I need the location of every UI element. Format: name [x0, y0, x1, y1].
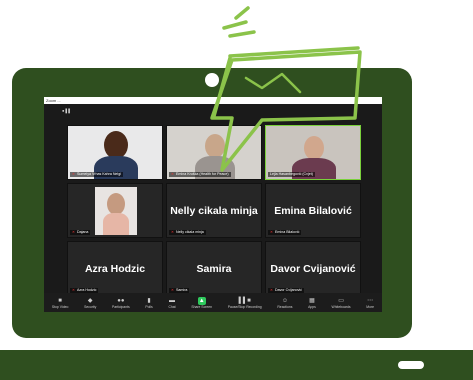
participant-tile[interactable]: ✕ Dajana — [67, 183, 163, 238]
chat-button[interactable]: ▬ Chat — [168, 297, 175, 309]
laptop-indicator-light — [398, 361, 424, 369]
security-button[interactable]: ◆ Security — [84, 297, 96, 309]
participant-tile-active-speaker[interactable]: Lejla Hasanbegović (Cvjet) — [265, 125, 361, 180]
camera-icon: ■ — [58, 297, 62, 304]
participant-tile[interactable]: Davor Cvijanović ✕ Davor Cvijanović — [265, 241, 361, 296]
participants-button[interactable]: ●● Participants — [112, 297, 130, 309]
apps-button[interactable]: ▦ Apps — [308, 297, 316, 309]
pause-recording-button[interactable]: ▌▌■ Pause/Stop Recording — [228, 297, 262, 309]
participant-tile[interactable]: ✕ Sumeiya Vrhas Kahra Nelgi — [67, 125, 163, 180]
participant-tile[interactable]: Samira ✕ Samira — [166, 241, 262, 296]
window-titlebar: Zoom ... — [44, 97, 382, 104]
pause-stop-icon: ▌▌■ — [238, 297, 251, 304]
more-icon: ⋯ — [367, 297, 374, 304]
top-strip: ● ▌▌ — [44, 104, 382, 120]
participant-tile[interactable]: Azra Hodzic ✕ Azra Hodzic — [67, 241, 163, 296]
share-screen-icon: ▲ — [197, 296, 206, 305]
participant-video — [304, 136, 324, 160]
recording-indicator[interactable]: ● ▌▌ — [62, 108, 71, 113]
chat-icon: ▬ — [169, 297, 176, 304]
zoom-window: Zoom ... ● ▌▌ ✕ Sumeiya Vrhas Kahra Nelgi… — [44, 97, 382, 312]
more-button[interactable]: ⋯ More — [366, 297, 374, 309]
share-screen-button[interactable]: ▲ Share Screen — [191, 296, 212, 309]
whiteboards-button[interactable]: ▭ Whiteboards — [332, 297, 351, 309]
participant-name: ✕ Sumeiya Vrhas Kahra Nelgi — [70, 172, 124, 177]
participant-video — [205, 134, 225, 158]
participant-name: ✕ Nelly cikala minja — [169, 230, 206, 235]
laptop-webcam — [205, 73, 219, 87]
participant-video — [104, 131, 128, 159]
participant-tile[interactable]: Nelly cikala minja ✕ Nelly cikala minja — [166, 183, 262, 238]
apps-icon: ▦ — [309, 297, 315, 304]
people-icon: ●● — [117, 297, 125, 304]
whiteboard-icon: ▭ — [338, 297, 344, 304]
participant-name: ✕ Emina Kruška (Health for Peace) — [169, 172, 231, 177]
window-title: Zoom ... — [46, 98, 61, 103]
emoji-icon: ☺ — [281, 297, 288, 304]
participant-tile[interactable]: Emina Bilalović ✕ Emina Bilalović — [265, 183, 361, 238]
polls-button[interactable]: ▮ Polls — [145, 297, 152, 309]
participant-video — [95, 187, 137, 235]
participant-name: Lejla Hasanbegović (Cvjet) — [268, 172, 315, 177]
bar-chart-icon: ▮ — [147, 297, 151, 304]
reactions-button[interactable]: ☺ Reactions — [277, 297, 292, 309]
meeting-toolbar: ■ Stop Video ◆ Security ●● Participants ▮ Po… — [44, 293, 382, 312]
participant-tile[interactable]: ✕ Emina Kruška (Health for Peace) — [166, 125, 262, 180]
participant-name: ✕ Emina Bilalović — [268, 230, 302, 235]
shield-icon: ◆ — [87, 297, 93, 304]
participant-name: ✕ Dajana — [70, 230, 91, 235]
stop-video-button[interactable]: ■ Stop Video — [52, 297, 69, 309]
